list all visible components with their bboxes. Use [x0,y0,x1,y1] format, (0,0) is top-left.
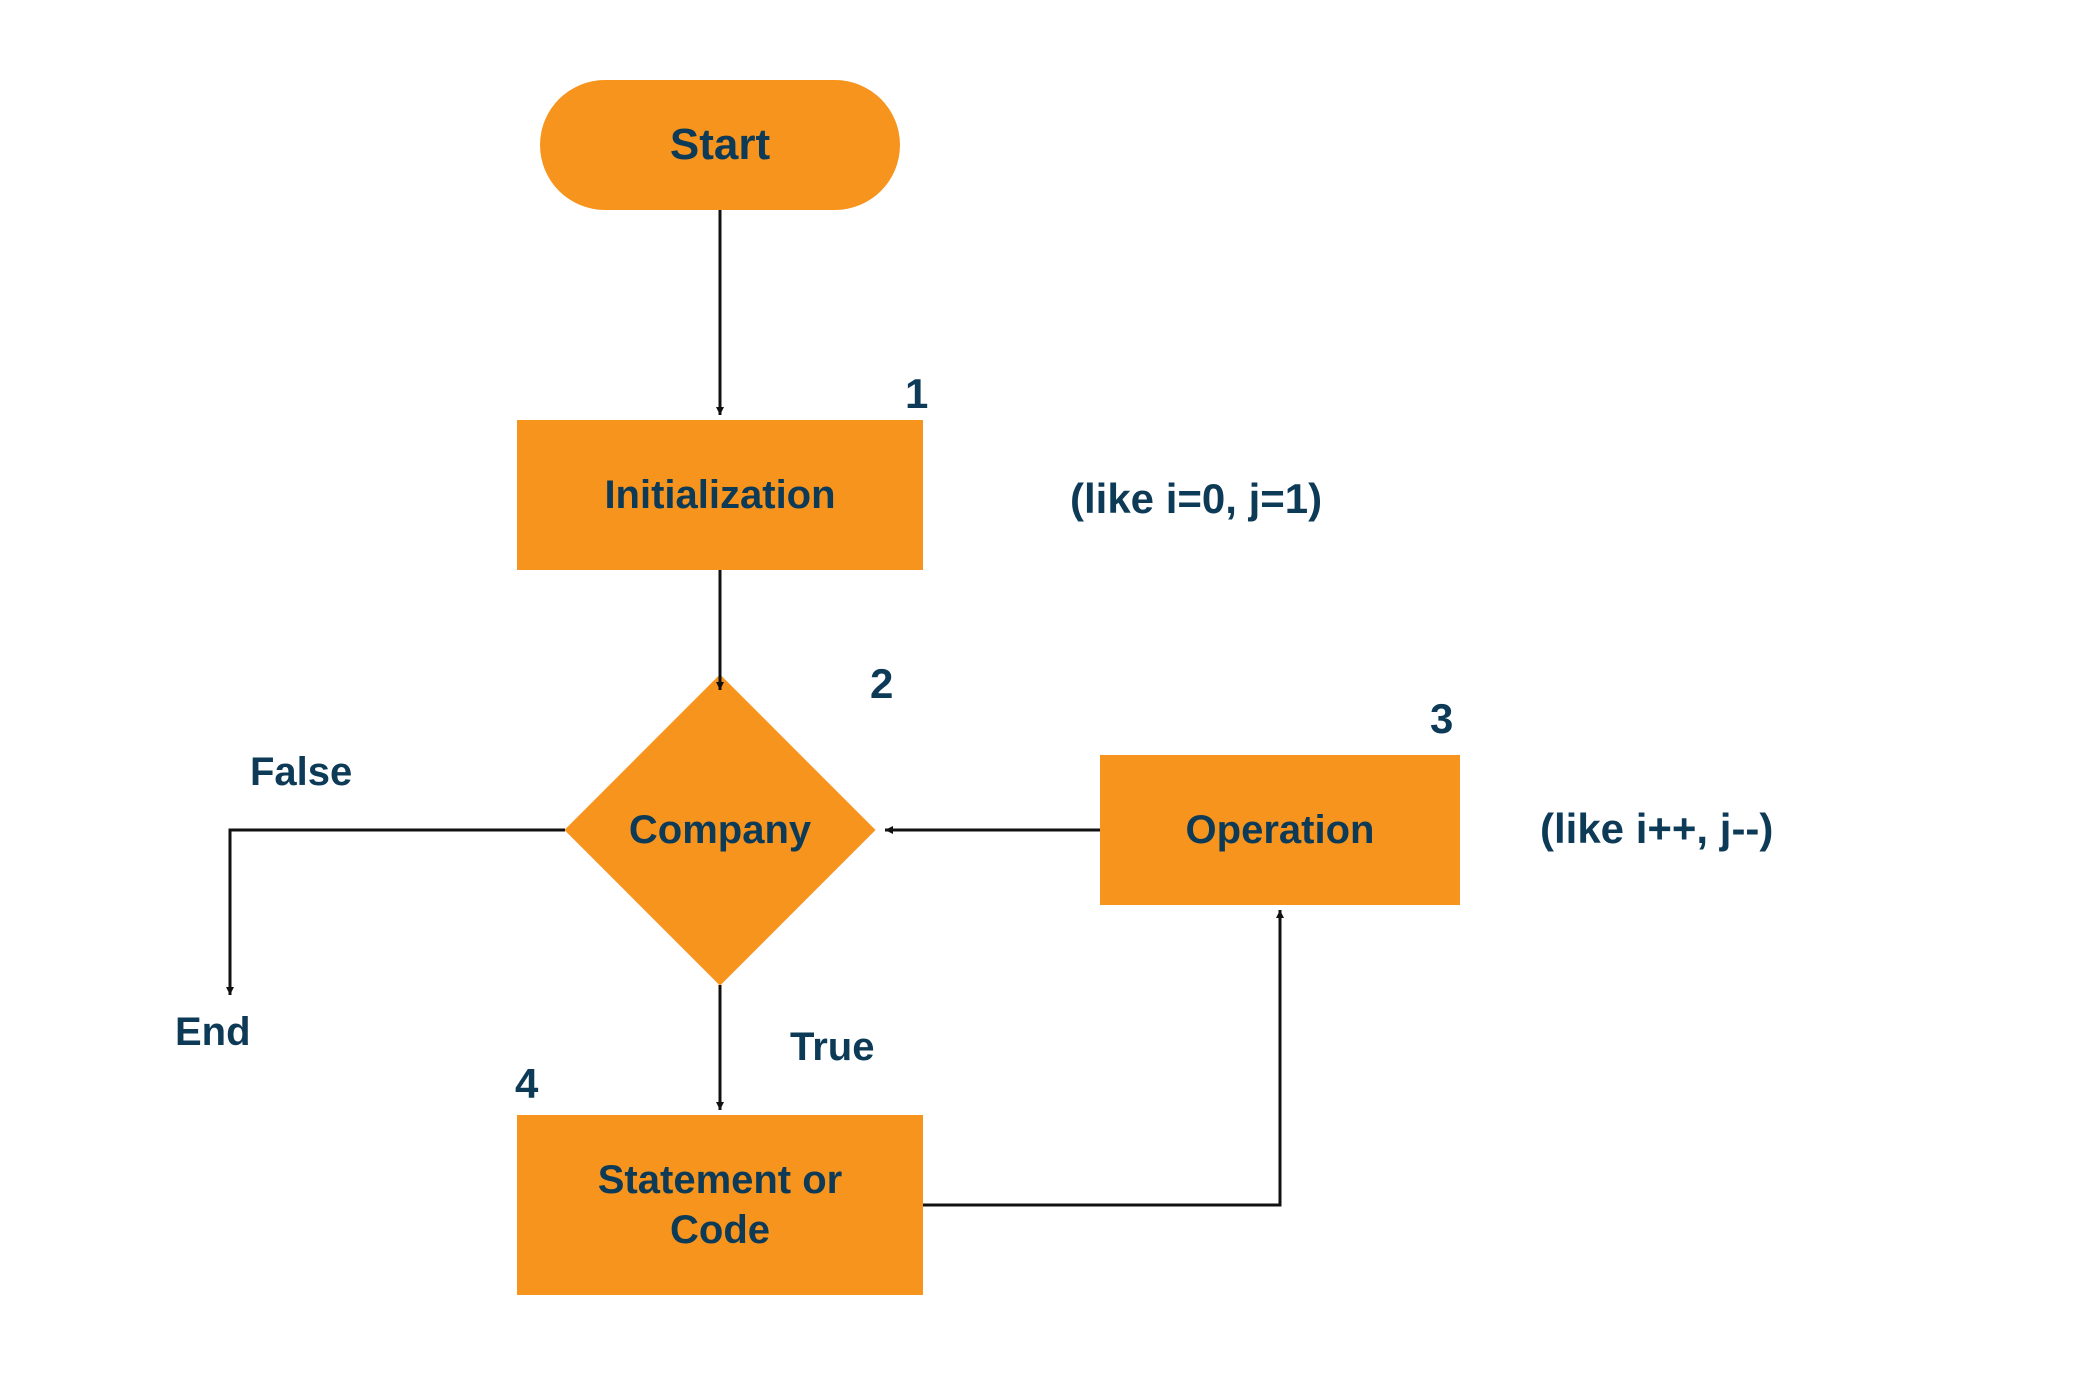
num-3: 3 [1430,695,1453,743]
num-4: 4 [515,1060,538,1108]
label-true: True [790,1025,874,1070]
node-operation: Operation [1100,755,1460,905]
label-false: False [250,750,352,795]
node-operation-label: Operation [1186,808,1375,853]
note-operation: (like i++, j--) [1540,805,1773,853]
node-start-label: Start [670,120,770,170]
node-statement: Statement or Code [517,1115,923,1295]
node-decision-label: Company [629,808,811,853]
node-start: Start [540,80,900,210]
note-initialization: (like i=0, j=1) [1070,475,1322,523]
num-1: 1 [905,370,928,418]
arrow-statement-to-operation [923,910,1280,1205]
arrow-decision-to-end [230,830,565,995]
flowchart-canvas: Start Initialization 1 (like i=0, j=1) C… [0,0,2100,1400]
num-2: 2 [870,660,893,708]
label-end: End [175,1010,251,1055]
arrows-layer [0,0,2100,1400]
node-initialization: Initialization [517,420,923,570]
node-initialization-label: Initialization [604,473,835,518]
node-decision: Company [610,720,830,940]
node-statement-label: Statement or Code [598,1155,843,1255]
